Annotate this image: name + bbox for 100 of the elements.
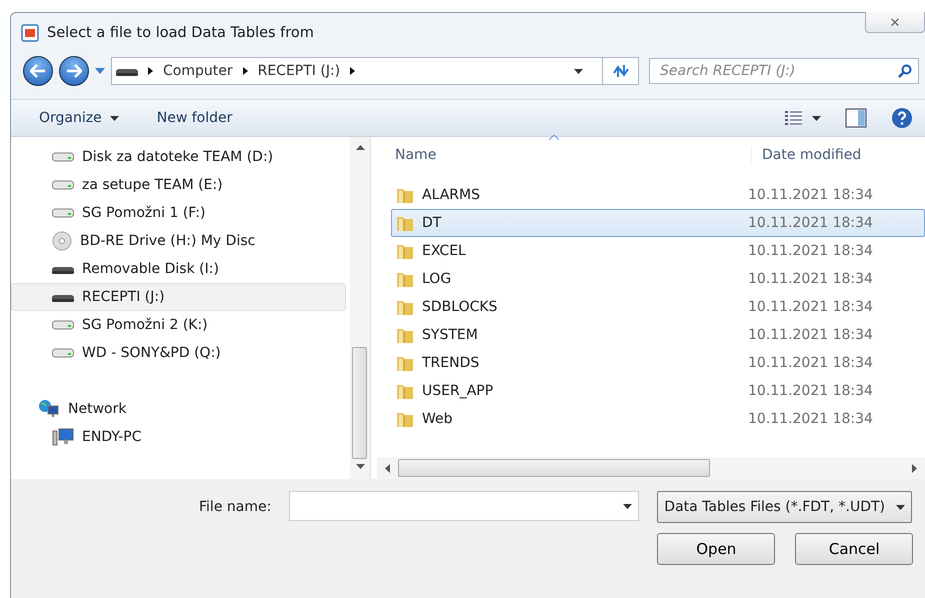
history-caret-icon[interactable]	[95, 68, 105, 74]
dropdown-icon	[623, 504, 632, 508]
folder-icon	[396, 382, 414, 400]
folder-icon	[396, 298, 414, 316]
cancel-button[interactable]: Cancel	[795, 533, 914, 565]
date-modified: 10.11.2021 18:34	[748, 383, 873, 399]
file-row[interactable]: Web 10.11.2021 18:34	[391, 405, 925, 433]
file-name: ALARMS	[422, 187, 480, 203]
drive-icon	[52, 348, 74, 358]
folder-icon	[396, 214, 414, 232]
open-button[interactable]: Open	[657, 533, 776, 565]
window-title: Select a file to load Data Tables from	[47, 25, 314, 41]
file-row[interactable]: TRENDS 10.11.2021 18:34	[391, 349, 925, 377]
date-modified: 10.11.2021 18:34	[748, 215, 873, 231]
scroll-thumb[interactable]	[398, 459, 710, 477]
search-icon	[898, 64, 912, 78]
file-row[interactable]: LOG 10.11.2021 18:34	[391, 265, 925, 293]
app-icon	[21, 24, 39, 42]
drive-icon	[52, 292, 74, 302]
organize-menu[interactable]: Organize	[35, 107, 123, 129]
navigation-item[interactable]: Removable Disk (I:)	[11, 255, 346, 283]
column-header[interactable]: Date modified	[762, 147, 862, 163]
drive-icon	[116, 66, 138, 76]
file-name: EXCEL	[422, 243, 466, 259]
file-name-label: File name:	[199, 499, 272, 515]
chevron-icon	[148, 67, 153, 75]
drive-icon	[52, 264, 74, 274]
navigation-item[interactable]: ENDY-PC	[11, 423, 346, 451]
date-modified: 10.11.2021 18:34	[748, 187, 873, 203]
preview-pane-icon	[845, 108, 867, 128]
file-name: SYSTEM	[422, 327, 478, 343]
back-button[interactable]	[23, 56, 53, 86]
caret-icon	[110, 116, 119, 120]
navigation-item[interactable]: za setupe TEAM (E:)	[11, 171, 346, 199]
scroll-down-icon[interactable]	[356, 464, 364, 469]
navigation-item[interactable]: SG Pomožni 2 (K:)	[11, 311, 346, 339]
folder-icon	[396, 186, 414, 204]
address-bar[interactable]: Computer RECEPTI (J:)	[111, 57, 639, 85]
new-folder-button[interactable]: New folder	[152, 107, 236, 129]
folder-icon	[396, 326, 414, 344]
dropdown-icon	[896, 504, 906, 510]
file-row[interactable]: SYSTEM 10.11.2021 18:34	[391, 321, 925, 349]
folder-icon	[396, 354, 414, 372]
breadcrumb[interactable]: Computer	[163, 63, 233, 79]
date-modified: 10.11.2021 18:34	[748, 355, 873, 371]
list-view-icon	[784, 110, 804, 126]
navigation-item[interactable]: WD - SONY&PD (Q:)	[11, 339, 346, 367]
date-modified: 10.11.2021 18:34	[748, 243, 873, 259]
close-button[interactable]: ✕	[865, 12, 925, 33]
scroll-left-icon[interactable]	[385, 464, 390, 472]
view-options-button[interactable]	[784, 110, 821, 126]
vertical-scrollbar[interactable]	[350, 137, 370, 479]
disc-icon	[52, 231, 72, 251]
horizontal-scrollbar[interactable]	[377, 457, 925, 479]
navigation-item[interactable]: RECEPTI (J:)	[11, 283, 346, 311]
file-name: SDBLOCKS	[422, 299, 498, 315]
file-name: USER_APP	[422, 383, 494, 399]
file-row[interactable]: EXCEL 10.11.2021 18:34	[391, 237, 925, 265]
preview-pane-button[interactable]	[845, 108, 867, 128]
drive-icon	[52, 208, 74, 218]
file-row[interactable]: DT 10.11.2021 18:34	[391, 209, 925, 237]
navigation-item[interactable]: SG Pomožni 1 (F:)	[11, 199, 346, 227]
arrow-right-icon	[66, 64, 82, 78]
chevron-icon	[242, 67, 248, 75]
refresh-icon	[612, 63, 630, 79]
folder-icon	[396, 410, 414, 428]
scroll-up-icon[interactable]	[356, 145, 364, 150]
file-name: Web	[422, 411, 453, 427]
file-row[interactable]: ALARMS 10.11.2021 18:34	[391, 181, 925, 209]
file-name: DT	[422, 215, 442, 231]
help-icon	[891, 107, 913, 129]
scroll-right-icon[interactable]	[912, 464, 917, 472]
date-modified: 10.11.2021 18:34	[748, 271, 873, 287]
navigation-item[interactable]: BD-RE Drive (H:) My Disc	[11, 227, 346, 255]
breadcrumb[interactable]: RECEPTI (J:)	[258, 63, 340, 79]
caret-icon	[812, 116, 821, 120]
drive-icon	[52, 180, 74, 190]
file-type-dropdown[interactable]: Data Tables Files (*.FDT, *.UDT)	[657, 491, 912, 523]
folder-icon	[396, 270, 414, 288]
forward-button[interactable]	[59, 56, 89, 86]
search-field[interactable]: Search RECEPTI (J:)	[649, 58, 919, 84]
date-modified: 10.11.2021 18:34	[748, 411, 873, 427]
drive-icon	[52, 320, 74, 330]
column-header[interactable]: Name	[395, 147, 436, 163]
navigation-item[interactable]: Network	[11, 395, 346, 423]
drive-icon	[52, 152, 74, 162]
date-modified: 10.11.2021 18:34	[748, 327, 873, 343]
chevron-icon	[350, 67, 356, 75]
help-button[interactable]	[891, 107, 913, 129]
file-name: LOG	[422, 271, 452, 287]
file-row[interactable]: SDBLOCKS 10.11.2021 18:34	[391, 293, 925, 321]
caret-icon	[574, 68, 582, 74]
folder-icon	[396, 242, 414, 260]
computer-icon	[52, 427, 74, 447]
navigation-item[interactable]: Disk za datoteke TEAM (D:)	[11, 143, 346, 171]
scroll-thumb[interactable]	[352, 347, 367, 459]
network-icon	[38, 399, 60, 419]
file-row[interactable]: USER_APP 10.11.2021 18:34	[391, 377, 925, 405]
file-name: TRENDS	[422, 355, 480, 371]
file-name-field[interactable]	[289, 491, 640, 521]
